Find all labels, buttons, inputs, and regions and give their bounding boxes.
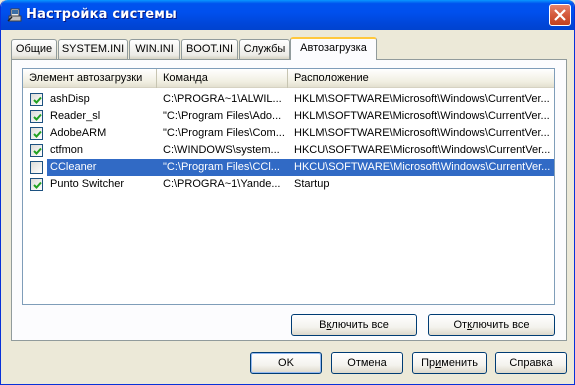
item-command: C:\WINDOWS\system... xyxy=(163,144,280,156)
enable-checkbox[interactable] xyxy=(30,93,43,106)
checkmark-icon xyxy=(33,96,42,104)
disable-all-label-post: лючить все xyxy=(472,319,530,331)
tab-win-ini[interactable]: WIN.INI xyxy=(129,39,180,59)
title-bar[interactable]: Настройка системы xyxy=(1,0,574,30)
close-button[interactable] xyxy=(549,4,571,26)
tab-general[interactable]: Общие xyxy=(11,39,57,59)
item-name: CCleaner xyxy=(50,161,97,173)
item-name: ctfmon xyxy=(50,144,84,156)
column-header-location[interactable]: Расположение xyxy=(288,69,554,88)
startup-panel: Элемент автозагрузки Команда Расположени… xyxy=(11,59,567,341)
tab-services[interactable]: Службы xyxy=(239,39,290,59)
list-item[interactable]: Reader_sl "C:\Program Files\Ado... HKLM\SO… xyxy=(23,108,554,125)
item-command: "C:\Program Files\Ado... xyxy=(163,110,282,122)
disable-all-label-pre: От xyxy=(453,319,468,331)
enable-checkbox[interactable] xyxy=(30,127,43,140)
item-name: ashDisp xyxy=(50,93,90,105)
tab-startup[interactable]: Автозагрузка xyxy=(290,37,377,60)
item-command: "C:\Program Files\CCl... xyxy=(163,161,280,173)
ok-button[interactable]: OK xyxy=(250,352,322,374)
list-item[interactable]: AdobeARM "C:\Program Files\Com... HKLM\SOF… xyxy=(23,125,554,142)
msconfig-icon xyxy=(7,7,23,23)
help-button[interactable]: Справка xyxy=(495,352,567,374)
list-header: Элемент автозагрузки Команда Расположени… xyxy=(23,69,554,88)
close-icon xyxy=(554,9,566,21)
enable-checkbox[interactable] xyxy=(30,144,43,157)
enable-checkbox[interactable] xyxy=(30,110,43,123)
item-command: C:\PROGRA~1\ALWIL... xyxy=(163,93,282,105)
item-command: C:\PROGRA~1\Yande... xyxy=(163,178,281,190)
apply-label-post: менить xyxy=(441,357,478,369)
enable-checkbox[interactable] xyxy=(30,161,43,174)
checkmark-icon xyxy=(33,181,42,189)
item-location: HKLM\SOFTWARE\Microsoft\Windows\CurrentV… xyxy=(294,127,550,139)
enable-checkbox[interactable] xyxy=(30,178,43,191)
checkmark-icon xyxy=(33,130,42,138)
item-name: AdobeARM xyxy=(50,127,107,139)
window-title: Настройка системы xyxy=(26,7,178,22)
enable-all-label-post: лючить все xyxy=(331,319,389,331)
apply-button[interactable]: Применить xyxy=(412,352,487,374)
list-item[interactable]: CCleaner "C:\Program Files\CCl... HKCU\SOF… xyxy=(23,159,554,176)
column-header-item[interactable]: Элемент автозагрузки xyxy=(23,69,157,88)
item-location: HKCU\SOFTWARE\Microsoft\Windows\CurrentV… xyxy=(294,161,551,173)
column-header-command[interactable]: Команда xyxy=(157,69,288,88)
item-location: HKCU\SOFTWARE\Microsoft\Windows\CurrentV… xyxy=(294,144,551,156)
enable-all-button[interactable]: Включить все xyxy=(291,314,417,336)
disable-all-button[interactable]: Отключить все xyxy=(428,314,555,336)
apply-label-pre: Пр xyxy=(421,357,436,369)
item-name: Punto Switcher xyxy=(50,178,124,190)
item-command: "C:\Program Files\Com... xyxy=(163,127,285,139)
item-location: HKLM\SOFTWARE\Microsoft\Windows\CurrentV… xyxy=(294,93,550,105)
checkmark-icon xyxy=(33,147,42,155)
item-location: Startup xyxy=(294,178,330,190)
startup-list[interactable]: Элемент автозагрузки Команда Расположени… xyxy=(22,68,555,305)
list-item[interactable]: Punto Switcher C:\PROGRA~1\Yande... Startu… xyxy=(23,176,554,193)
cancel-button[interactable]: Отмена xyxy=(331,352,403,374)
item-location: HKLM\SOFTWARE\Microsoft\Windows\CurrentV… xyxy=(294,110,550,122)
list-item[interactable]: ctfmon C:\WINDOWS\system... HKCU\SOFTWARE\… xyxy=(23,142,554,159)
list-item[interactable]: ashDisp C:\PROGRA~1\ALWIL... HKLM\SOFTWARE… xyxy=(23,91,554,108)
system-config-window: Настройка системы Общие SYSTEM.INI WIN.I… xyxy=(0,0,575,385)
tab-boot-ini[interactable]: BOOT.INI xyxy=(181,39,238,59)
checkmark-icon xyxy=(33,113,42,121)
item-name: Reader_sl xyxy=(50,110,101,122)
tab-system-ini[interactable]: SYSTEM.INI xyxy=(58,39,128,59)
